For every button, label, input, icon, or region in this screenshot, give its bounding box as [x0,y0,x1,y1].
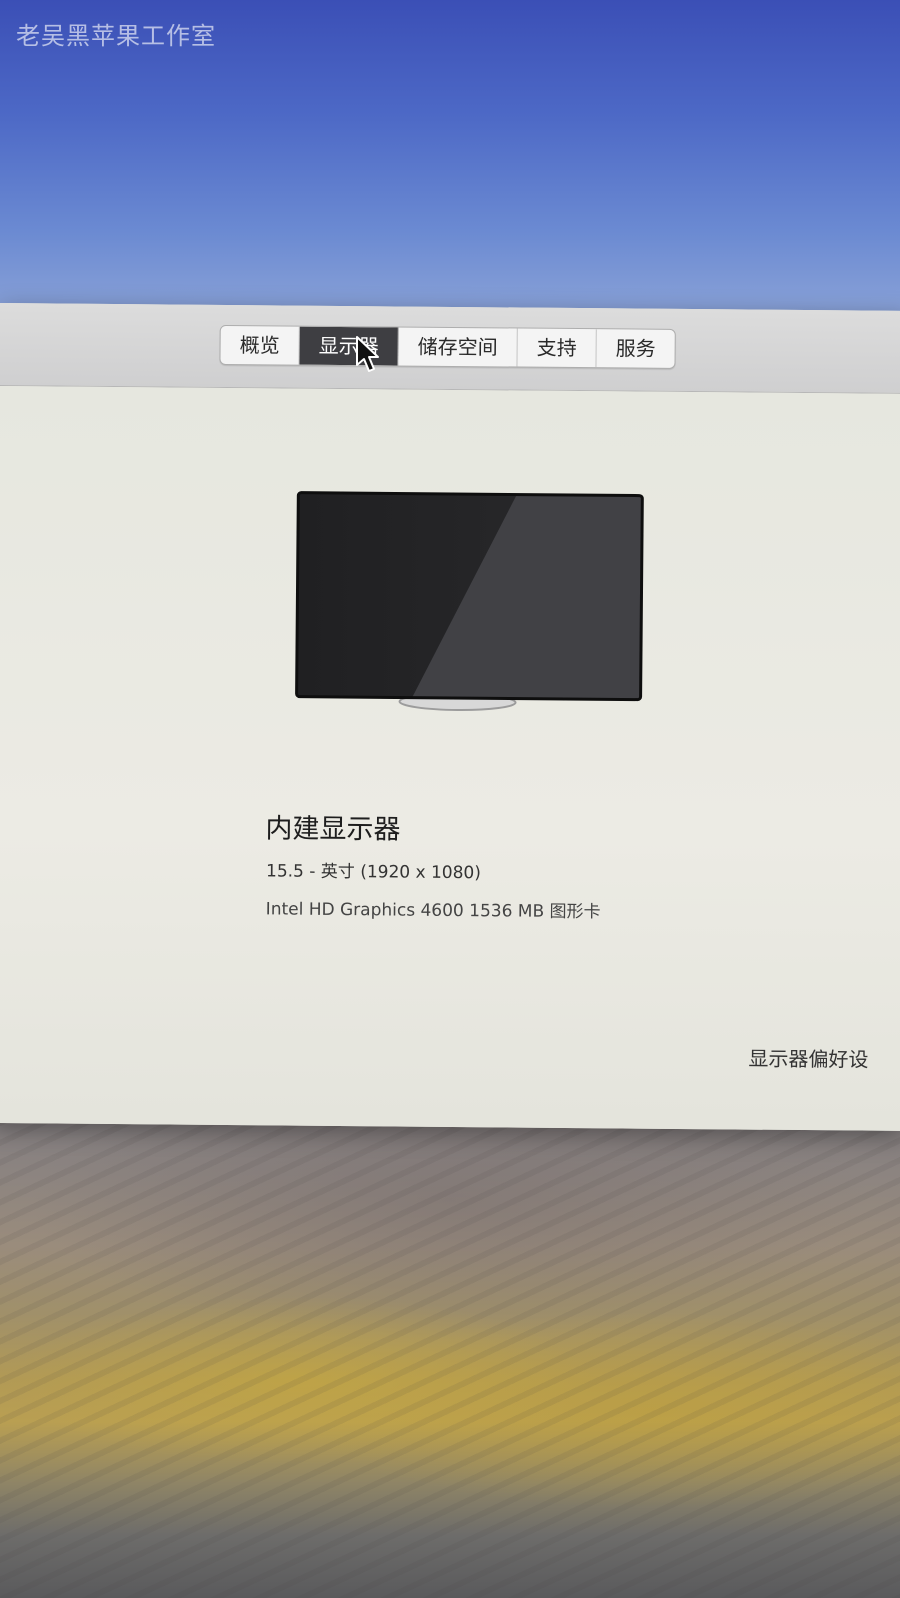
display-info-panel: 内建显示器 15.5 - 英寸 (1920 x 1080) Intel HD G… [0,385,900,1131]
toolbar: 概览 显示器 储存空间 支持 服务 [0,303,900,394]
wallpaper-hillside [0,1080,900,1598]
display-name: 内建显示器 [265,813,401,846]
mouse-pointer-icon [356,336,379,372]
tab-overview[interactable]: 概览 [220,325,300,365]
display-size-resolution: 15.5 - 英寸 (1920 x 1080) [265,861,481,884]
tab-support[interactable]: 支持 [517,328,597,368]
watermark: 老吴黑苹果工作室 [16,22,216,50]
display-icon [295,491,644,712]
tab-service[interactable]: 服务 [596,329,674,368]
screen: 老吴黑苹果工作室 概览 显示器 储存空间 支持 服务 内建显示器 15.5 - … [0,0,900,1598]
tab-bar: 概览 显示器 储存空间 支持 服务 [219,324,676,369]
graphics-card-info: Intel HD Graphics 4600 1536 MB 图形卡 [265,899,601,923]
tab-storage[interactable]: 储存空间 [398,327,518,367]
tab-displays[interactable]: 显示器 [299,326,399,366]
about-this-mac-window: 概览 显示器 储存空间 支持 服务 内建显示器 15.5 - 英寸 (1920 … [0,303,900,1131]
display-preferences-button[interactable]: 显示器偏好设 [748,1043,868,1073]
